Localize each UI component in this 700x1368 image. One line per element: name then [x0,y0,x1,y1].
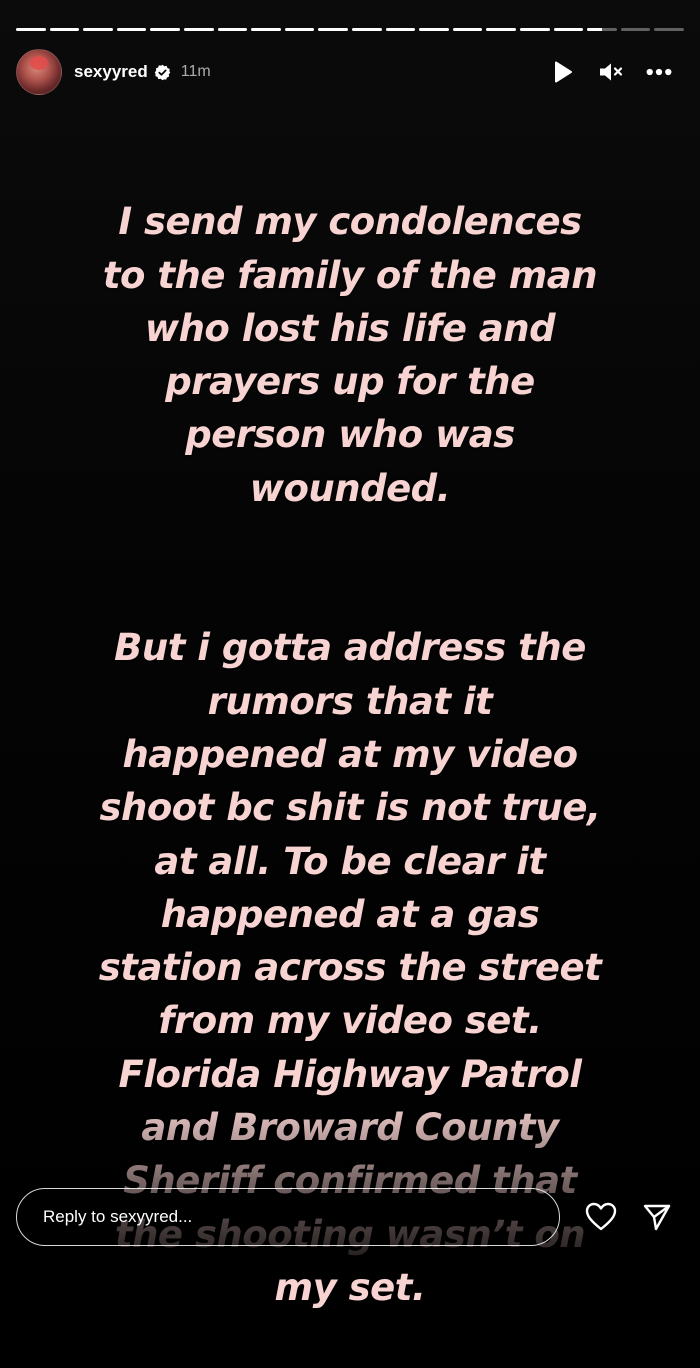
progress-segment [116,28,147,31]
progress-segment [16,28,46,31]
reply-placeholder: Reply to sexyyred... [43,1207,193,1226]
header-actions [550,59,684,85]
progress-segment [284,28,315,31]
progress-segment [183,28,214,31]
progress-segment [150,28,180,31]
heart-icon[interactable] [584,1200,618,1234]
progress-segment [486,28,516,31]
profile-avatar[interactable] [16,49,62,95]
progress-segment [587,28,617,31]
reply-actions [584,1200,684,1234]
reply-bar: Reply to sexyyred... [16,1187,684,1247]
send-icon[interactable] [640,1200,674,1234]
verified-badge-icon [154,64,171,81]
progress-segment [419,28,449,31]
progress-segment [49,28,80,31]
progress-segment [620,28,651,31]
story-viewer: sexyyred 11m I send my condolences to th… [0,0,700,1309]
reply-input[interactable]: Reply to sexyyred... [16,1188,560,1246]
progress-segment [654,28,684,31]
story-caption: I send my condolences to the family of t… [60,142,640,1368]
play-icon[interactable] [550,59,576,85]
progress-segment [318,28,348,31]
story-header: sexyyred 11m [16,48,684,96]
caption-paragraph-1: I send my condolences to the family of t… [102,200,598,510]
speaker-muted-icon[interactable] [598,59,624,85]
more-options-icon[interactable] [646,59,672,85]
username[interactable]: sexyyred [74,62,148,82]
progress-segment [83,28,113,31]
progress-segment [351,28,382,31]
story-progress-bar [16,28,684,32]
progress-segment [385,28,416,31]
progress-segment [452,28,483,31]
progress-segment [217,28,248,31]
progress-segment [553,28,584,31]
progress-segment [251,28,281,31]
progress-segment [519,28,550,31]
story-timestamp: 11m [180,63,211,80]
